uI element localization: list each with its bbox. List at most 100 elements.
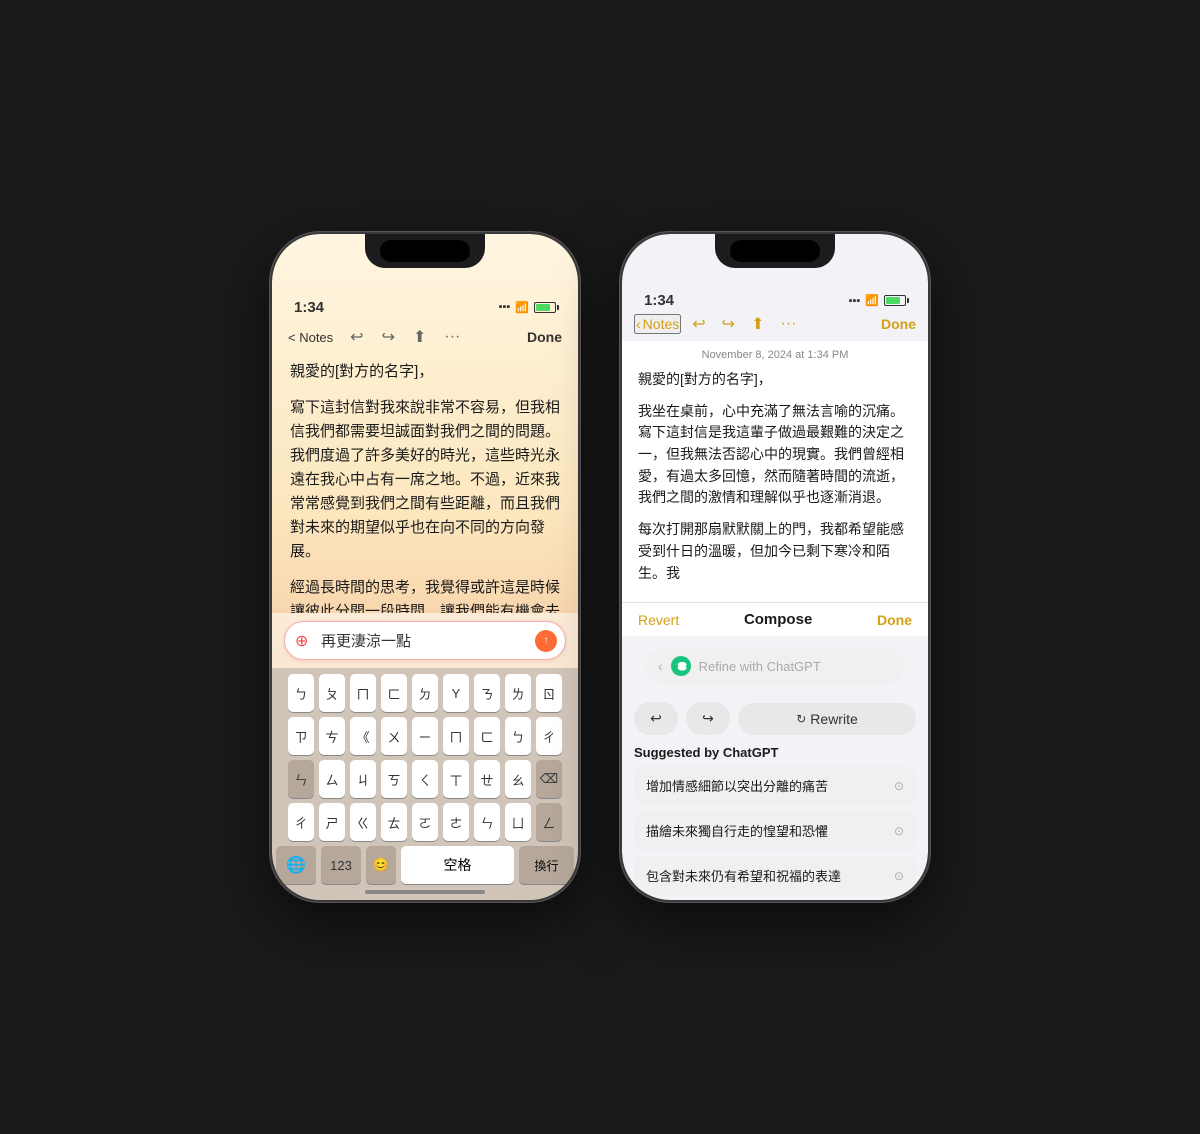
kb-key[interactable]: ㄙ [319,760,345,798]
content-p2-2: 我坐在桌前，心中充滿了無法言喻的沉痛。寫下這封信是我這輩子做過最艱難的決定之一，… [638,401,912,509]
back-button-2[interactable]: ‹ Notes [634,314,681,334]
kb-key[interactable]: ㄣ [474,803,500,841]
kb-key[interactable]: ㄋ [474,674,500,712]
home-indicator-1 [365,890,485,894]
kb-key[interactable]: ㄍ [350,803,376,841]
signal-icon-1: ▪▪▪ [499,301,511,313]
phone-2: 1:34 ▪▪▪ 📶 ‹ Notes ↩ ↪ ⬆ ··· [620,232,930,902]
kb-key[interactable]: ㄅ [505,717,531,755]
content-p2-1: 寫下這封信對我來說非常不容易，但我相信我們都需要坦誠面對我們之間的問題。我們度過… [290,396,560,564]
kb-key[interactable]: ㄆ [319,674,345,712]
kb-key-shift[interactable]: ㄣ [288,760,314,798]
kb-key[interactable]: ㄧ [412,717,438,755]
more-button-1[interactable]: ··· [439,325,465,349]
kb-key[interactable]: ㄝ [474,760,500,798]
content-p1-1: 親愛的[對方的名字]， [290,360,560,384]
kb-key-extra[interactable]: ㄥ [536,803,562,841]
suggestion-item-3[interactable]: 包含對未來仍有希望和祝福的表達 ⊙ [634,856,916,895]
share-button-1[interactable]: ⬆ [408,324,431,350]
chevron-left-icon: ‹ [636,316,641,332]
undo-button-1[interactable]: ↩ [345,324,368,350]
num-key[interactable]: 123 [321,846,361,884]
kb-key[interactable]: ㄑ [412,760,438,798]
signal-icon-2: ▪▪▪ [849,295,861,307]
kb-key[interactable]: ㄩ [505,803,531,841]
kb-key-delete[interactable]: ⌫ [536,760,562,798]
content-p1-2: 親愛的[對方的名字]， [638,369,912,391]
kb-key[interactable]: ㄕ [319,803,345,841]
chatgpt-refine-bar[interactable]: ‹ Refine with ChatGPT [646,648,904,684]
kb-key[interactable]: ㄗ [288,717,314,755]
suggestion-arrow-1: ⊙ [894,779,904,793]
wifi-icon-1: 📶 [515,301,529,314]
compose-done-button[interactable]: Done [877,612,912,628]
kb-key[interactable]: ㄔ [288,803,314,841]
rewrite-button[interactable]: ↻ Rewrite [738,703,916,735]
input-field-1[interactable]: ⊕ 再更淒涼一點 ↑ [284,621,566,660]
content-p3-2: 每次打開那扇默默關上的門，我都希望能感受到什日的溫暖，但加今已剩下寒冷和陌生。我 [638,519,912,584]
done-button-2[interactable]: Done [881,316,916,332]
kb-row-3: ㄣ ㄙ ㄐ ㄎ ㄑ ㄒ ㄝ ㄠ ⌫ [276,760,574,798]
kb-key[interactable]: ㄌ [505,674,531,712]
revert-button[interactable]: Revert [638,612,679,628]
kb-key[interactable]: ㄒ [443,760,469,798]
phone-1: 1:34 ▪▪▪ 📶 < Notes ↩ ↪ ⬆ ··· Done [270,232,580,902]
kb-key[interactable]: ㄨ [381,717,407,755]
status-bar-2: 1:34 ▪▪▪ 📶 [622,278,928,309]
suggestion-arrow-2: ⊙ [894,824,904,838]
input-bar-1: ‹ ⊕ 再更淒涼一點 ↑ [272,613,578,668]
kb-key[interactable]: ㄘ [319,717,345,755]
input-send-button[interactable]: ↑ [535,630,557,652]
notch-2 [730,240,820,262]
back-label-2: Notes [643,316,680,332]
suggestions-title: Suggested by ChatGPT [634,745,916,760]
suggestion-item-1[interactable]: 增加情感細節以突出分離的痛苦 ⊙ [634,766,916,805]
nav-bar-1: < Notes ↩ ↪ ⬆ ··· Done [272,322,578,354]
notes-text-2: 親愛的[對方的名字]， 我坐在桌前，心中充滿了無法言喻的沉痛。寫下這封信是我這輩… [638,369,912,584]
suggestion-text-3: 包含對未來仍有希望和祝福的表達 [646,866,841,885]
undo-action-button[interactable]: ↩ [634,702,678,735]
kb-key[interactable]: ㄅ [288,674,314,712]
kb-key[interactable]: ㄖ [536,674,562,712]
kb-key[interactable]: ㄊ [381,803,407,841]
battery-fill-2 [886,297,900,304]
globe-key[interactable]: 🌐 [276,846,316,884]
chatgpt-placeholder: Refine with ChatGPT [699,659,821,674]
kb-bottom-row: 🌐 123 😊 空格 換行 [276,846,574,884]
status-bar-1: 1:34 ▪▪▪ 📶 [272,278,578,322]
kb-key[interactable]: ㄉ [412,674,438,712]
kb-key[interactable]: ㄠ [505,760,531,798]
space-key[interactable]: 空格 [401,846,514,884]
notes-content-1: 親愛的[對方的名字]， 寫下這封信對我來說非常不容易，但我相信我們都需要坦誠面對… [272,354,578,613]
undo-button-2[interactable]: ↩ [687,311,710,337]
redo-action-button[interactable]: ↪ [686,702,730,735]
screen-1: 1:34 ▪▪▪ 📶 < Notes ↩ ↪ ⬆ ··· Done [272,234,578,900]
suggestion-item-2[interactable]: 描繪未來獨自行走的惶望和恐懼 ⊙ [634,811,916,850]
return-key[interactable]: 換行 [519,846,574,884]
redo-button-1[interactable]: ↪ [377,324,400,350]
chatgpt-back-icon[interactable]: ‹ [658,658,663,674]
suggestion-text-2: 描繪未來獨自行走的惶望和恐懼 [646,821,828,840]
back-button-1[interactable]: < Notes [284,326,337,349]
more-button-2[interactable]: ··· [775,312,801,336]
redo-button-2[interactable]: ↪ [717,311,740,337]
kb-key[interactable]: ㄈ [474,717,500,755]
kb-key[interactable]: ㄔ [536,717,562,755]
kb-key[interactable]: ㄈ [381,674,407,712]
compose-bar: Revert Compose Done [622,602,928,636]
kb-key[interactable]: 《 [350,717,376,755]
kb-row-1: ㄅ ㄆ ㄇ ㄈ ㄉ Y ㄋ ㄌ ㄖ [276,674,574,712]
kb-key[interactable]: ㄎ [381,760,407,798]
battery-icon-1 [534,302,556,313]
kb-key[interactable]: ㄇ [350,674,376,712]
kb-key[interactable]: ㄛ [412,803,438,841]
chatgpt-logo [671,656,691,676]
kb-key[interactable]: ㄜ [443,803,469,841]
kb-key[interactable]: ㄇ [443,717,469,755]
kb-key[interactable]: ㄐ [350,760,376,798]
emoji-key[interactable]: 😊 [366,846,396,884]
status-icons-2: ▪▪▪ 📶 [849,294,906,307]
done-button-1[interactable]: Done [523,325,566,349]
share-button-2[interactable]: ⬆ [746,311,769,337]
kb-key[interactable]: Y [443,674,469,712]
